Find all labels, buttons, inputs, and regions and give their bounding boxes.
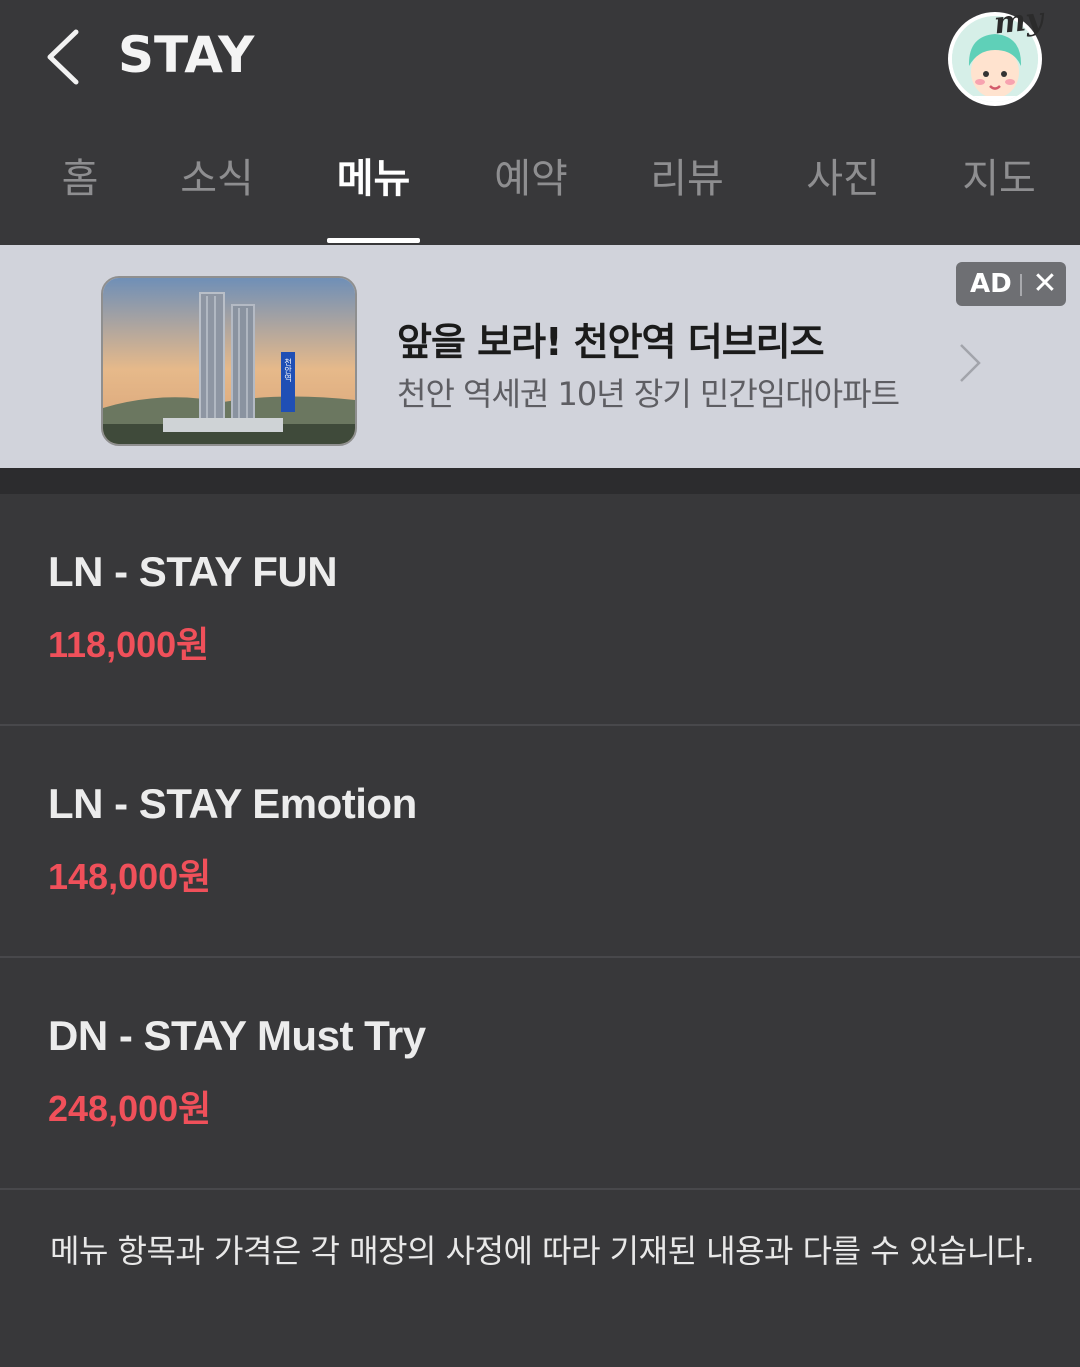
back-button[interactable] xyxy=(36,22,96,92)
section-divider xyxy=(0,468,1080,494)
tab-home[interactable]: 홈 xyxy=(40,130,120,245)
page-title: STAY xyxy=(118,26,255,84)
place-menu-page: STAY my 홈 소식 메뉴 예약 리뷰 사진 지도 천안역 앞을 보라! 천… xyxy=(0,0,1080,1367)
menu-item-price: 248,000원 xyxy=(48,1088,212,1129)
my-badge-label: my xyxy=(992,1,1045,42)
menu-item-price: 148,000원 xyxy=(48,856,212,897)
ad-subtitle: 천안 역세권 10년 장기 민간임대아파트 xyxy=(397,375,900,413)
tab-news[interactable]: 소식 xyxy=(166,130,268,245)
menu-item-name: DN - STAY Must Try xyxy=(48,1012,426,1059)
ad-banner[interactable]: 천안역 앞을 보라! 천안역 더브리즈 천안 역세권 10년 장기 민간임대아파… xyxy=(0,245,1080,468)
tab-reservation[interactable]: 예약 xyxy=(480,130,582,245)
menu-item-price: 118,000원 xyxy=(48,624,210,665)
menu-item[interactable]: LN - STAY Emotion 148,000원 xyxy=(0,726,1080,958)
ad-badge: AD ✕ xyxy=(956,262,1066,306)
menu-item-name: LN - STAY Emotion xyxy=(48,780,417,827)
tab-map[interactable]: 지도 xyxy=(948,130,1050,245)
menu-item-name: LN - STAY FUN xyxy=(48,548,338,595)
ad-image: 천안역 xyxy=(101,276,357,446)
tab-photos[interactable]: 사진 xyxy=(792,130,894,245)
ad-image-sign: 천안역 xyxy=(283,357,292,383)
tab-reviews[interactable]: 리뷰 xyxy=(636,130,738,245)
close-icon[interactable]: ✕ xyxy=(1030,266,1060,302)
menu-item[interactable]: DN - STAY Must Try 248,000원 xyxy=(0,958,1080,1190)
menu-item[interactable]: LN - STAY FUN 118,000원 xyxy=(0,494,1080,726)
apartment-towers-image: 천안역 xyxy=(103,278,355,444)
chevron-right-icon xyxy=(960,344,981,382)
ad-badge-divider xyxy=(1020,274,1022,296)
ad-label: AD xyxy=(970,269,1012,299)
menu-disclaimer: 메뉴 항목과 가격은 각 매장의 사정에 따라 기재된 내용과 다를 수 있습니… xyxy=(50,1232,1035,1270)
ad-title: 앞을 보라! 천안역 더브리즈 xyxy=(397,320,825,364)
tab-menu[interactable]: 메뉴 xyxy=(322,130,425,245)
top-header: STAY my 홈 소식 메뉴 예약 리뷰 사진 지도 xyxy=(0,0,1080,245)
active-tab-indicator xyxy=(327,238,420,243)
chevron-left-icon xyxy=(47,29,79,85)
tab-bar: 홈 소식 메뉴 예약 리뷰 사진 지도 xyxy=(0,130,1080,245)
